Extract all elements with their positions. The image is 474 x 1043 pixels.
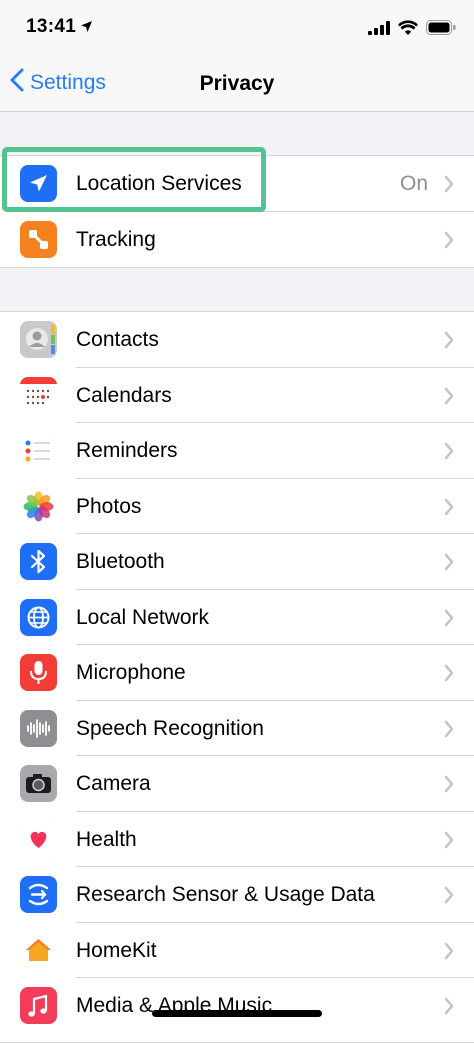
- row-label: Research Sensor & Usage Data: [76, 883, 375, 906]
- row-media-apple-music[interactable]: Media & Apple Music: [0, 978, 474, 1034]
- row-label: Local Network: [76, 605, 210, 629]
- row-photos[interactable]: Photos: [0, 479, 474, 534]
- row-health[interactable]: Health: [0, 812, 474, 867]
- waveform-icon: [20, 709, 57, 747]
- row-label: Microphone: [76, 661, 186, 684]
- chevron-right-icon: [444, 664, 454, 687]
- row-label: Camera: [76, 772, 151, 795]
- row-label: Speech Recognition: [76, 716, 264, 740]
- navigation-bar: Settings Privacy: [0, 56, 474, 112]
- row-label: Photos: [76, 494, 142, 518]
- row-label: Calendars: [76, 383, 172, 407]
- chevron-right-icon: [444, 442, 454, 465]
- heart-icon: [20, 820, 57, 858]
- home-icon: [20, 931, 57, 969]
- row-calendars[interactable]: Calendars: [0, 368, 474, 423]
- reminders-icon: [20, 432, 57, 469]
- status-icons: [368, 20, 456, 40]
- row-microphone[interactable]: Microphone: [0, 645, 474, 701]
- row-label: Health: [76, 827, 137, 851]
- bluetooth-icon: [20, 543, 57, 580]
- privacy-section-apps: Contacts Calendars Reminders Photos Blue…: [0, 311, 474, 1043]
- chevron-right-icon: [444, 231, 454, 254]
- row-label: Contacts: [76, 328, 159, 351]
- chevron-right-icon: [444, 609, 454, 632]
- row-tracking[interactable]: Tracking: [0, 212, 474, 268]
- row-label: HomeKit: [76, 938, 157, 962]
- contacts-icon: [20, 321, 57, 358]
- row-contacts[interactable]: Contacts: [0, 312, 474, 368]
- photos-icon: [20, 487, 57, 525]
- camera-icon: [20, 765, 57, 802]
- home-indicator[interactable]: [152, 1010, 322, 1017]
- row-local-network[interactable]: Local Network: [0, 590, 474, 645]
- research-icon: [20, 876, 57, 913]
- chevron-right-icon: [444, 553, 454, 576]
- chevron-right-icon: [444, 498, 454, 521]
- row-label: Bluetooth: [76, 550, 165, 573]
- chevron-right-icon: [444, 831, 454, 854]
- chevron-right-icon: [444, 997, 454, 1020]
- globe-icon: [20, 598, 57, 636]
- row-speech-recognition[interactable]: Speech Recognition: [0, 701, 474, 756]
- battery-icon: [426, 20, 456, 40]
- chevron-right-icon: [444, 387, 454, 410]
- row-label: Reminders: [76, 439, 178, 462]
- row-camera[interactable]: Camera: [0, 756, 474, 812]
- cellular-signal-icon: [368, 20, 390, 40]
- row-bluetooth[interactable]: Bluetooth: [0, 534, 474, 590]
- row-homekit[interactable]: HomeKit: [0, 923, 474, 978]
- chevron-right-icon: [444, 175, 454, 198]
- row-label: Tracking: [76, 227, 156, 251]
- status-time: 13:41: [26, 16, 77, 37]
- music-note-icon: [20, 987, 57, 1024]
- highlight-box: [2, 147, 266, 212]
- chevron-right-icon: [444, 886, 454, 909]
- wifi-icon: [398, 20, 418, 40]
- chevron-right-icon: [444, 720, 454, 743]
- tracking-icon: [20, 220, 57, 258]
- page-title: Privacy: [199, 72, 275, 95]
- calendar-icon: [20, 376, 57, 414]
- row-research-sensor[interactable]: Research Sensor & Usage Data: [0, 867, 474, 923]
- chevron-right-icon: [444, 942, 454, 965]
- location-arrow-icon: [80, 20, 93, 38]
- chevron-right-icon: [444, 775, 454, 798]
- row-value: On: [399, 172, 428, 195]
- status-bar: 13:41: [0, 0, 474, 56]
- chevron-right-icon: [444, 331, 454, 354]
- row-reminders[interactable]: Reminders: [0, 423, 474, 479]
- microphone-icon: [20, 654, 57, 691]
